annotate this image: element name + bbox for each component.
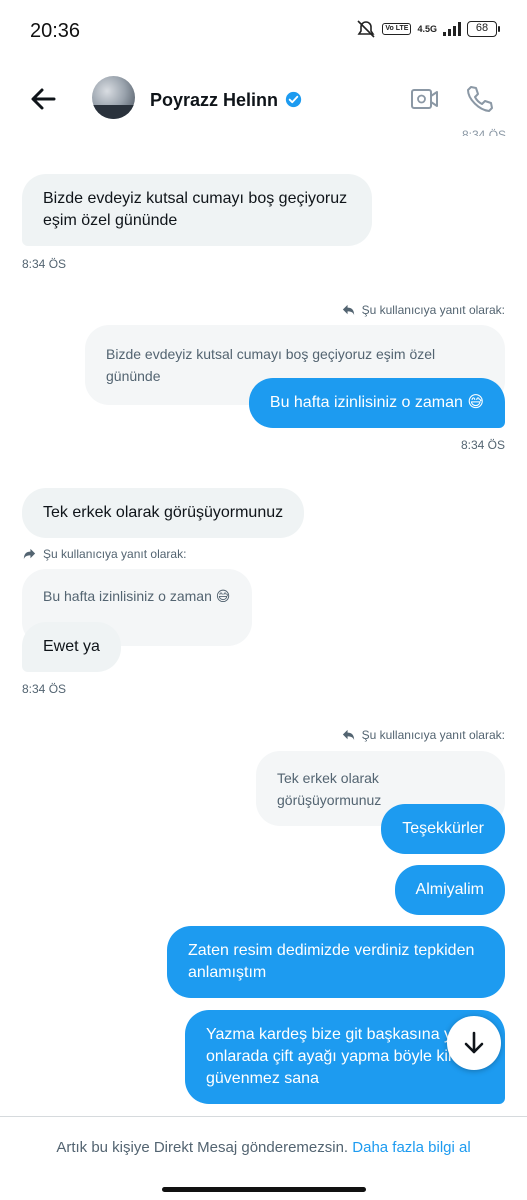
reply-context-label: Şu kullanıcıya yanıt olarak: <box>341 727 505 742</box>
phone-icon[interactable] <box>464 84 494 114</box>
clipped-timestamp: 8:34 ÖS <box>462 128 507 136</box>
message-timestamp: 8:34 ÖS <box>22 682 67 696</box>
reply-label-text: Şu kullanıcıya yanıt olarak: <box>43 546 187 561</box>
reply-label-text: Şu kullanıcıya yanıt olarak: <box>361 302 505 317</box>
message-bubble-outgoing[interactable]: Teşekkürler <box>381 804 505 854</box>
network-type: 4.5G <box>417 23 437 34</box>
reply-context-label: Şu kullanıcıya yanıt olarak: <box>341 302 505 317</box>
dm-disabled-footer: Artık bu kişiye Direkt Mesaj gönderemezs… <box>0 1116 527 1200</box>
volte-badge: Vo LTE <box>382 23 412 35</box>
message-bubble-outgoing[interactable]: Almiyalim <box>394 865 505 915</box>
status-bar: 20:36 Vo LTE 4.5G 68 <box>0 0 527 62</box>
contact-name[interactable]: Poyrazz Helinn <box>150 90 278 111</box>
dm-disabled-text: Artık bu kişiye Direkt Mesaj gönderemezs… <box>56 1139 349 1156</box>
message-bubble-incoming[interactable]: Ewet ya <box>22 622 121 672</box>
avatar[interactable] <box>92 76 135 119</box>
conversation-header: Poyrazz Helinn <box>0 62 527 134</box>
status-time: 20:36 <box>30 20 81 42</box>
forward-reply-arrow-icon <box>23 548 36 560</box>
dm-disabled-notice: Artık bu kişiye Direkt Mesaj gönderemezs… <box>0 1139 527 1156</box>
back-arrow-icon[interactable] <box>26 82 60 116</box>
battery-icon: 68 <box>467 21 500 37</box>
reply-label-text: Şu kullanıcıya yanıt olarak: <box>361 727 505 742</box>
message-bubble-outgoing[interactable]: Zaten resim dedimizde verdiniz tepkiden … <box>167 926 505 998</box>
message-bubble-incoming[interactable]: Bizde evdeyiz kutsal cumayı boş geçiyoru… <box>22 174 372 246</box>
signal-icon <box>443 22 461 36</box>
status-icons: Vo LTE 4.5G 68 <box>356 20 500 38</box>
message-timestamp: 8:34 ÖS <box>22 257 67 271</box>
message-bubble-outgoing[interactable]: Bu hafta izinlisiniz o zaman 😅 <box>248 378 505 428</box>
reply-context-label: Şu kullanıcıya yanıt olarak: <box>22 546 186 561</box>
reply-arrow-icon <box>342 729 354 741</box>
video-call-icon[interactable] <box>410 86 440 112</box>
learn-more-link[interactable]: Daha fazla bilgi al <box>352 1139 470 1156</box>
message-bubble-incoming[interactable]: Tek erkek olarak görüşüyormunuz <box>22 488 305 538</box>
home-indicator[interactable] <box>162 1187 366 1192</box>
message-timestamp: 8:34 ÖS <box>460 438 505 452</box>
mute-notifications-icon <box>357 20 375 38</box>
verified-badge-icon <box>285 91 302 108</box>
scroll-to-bottom-button[interactable] <box>447 1016 501 1070</box>
arrow-down-icon <box>464 1031 484 1054</box>
reply-arrow-icon <box>342 304 354 316</box>
